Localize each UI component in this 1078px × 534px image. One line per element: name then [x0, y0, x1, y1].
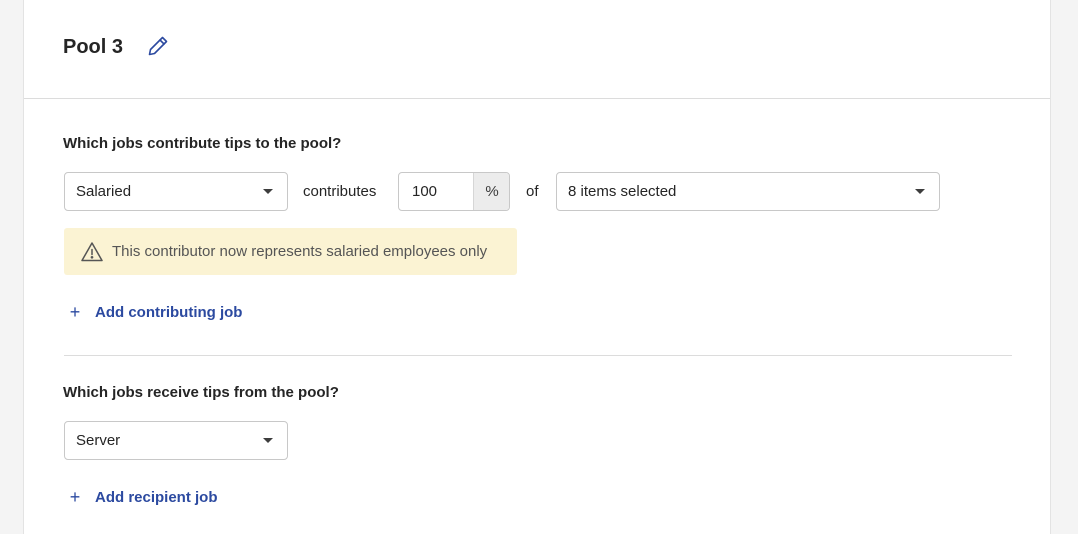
plus-icon: +	[69, 487, 81, 507]
tip-pool-card: Pool 3 Which jobs contribute tips to the…	[23, 0, 1051, 534]
add-recipient-job-button[interactable]: + Add recipient job	[68, 486, 218, 508]
contributing-items-select[interactable]: 8 items selected	[556, 172, 940, 211]
recipient-job-select-value: Server	[76, 432, 121, 449]
pool-header: Pool 3	[24, 0, 1050, 99]
pool-title: Pool 3	[63, 36, 124, 58]
percent-suffix: %	[473, 173, 509, 210]
section-divider	[64, 355, 1012, 356]
contributors-question: Which jobs contribute tips to the pool?	[63, 135, 342, 152]
salaried-warning-banner: This contributor now represents salaried…	[64, 228, 517, 275]
plus-icon: +	[69, 302, 81, 322]
edit-pool-name-button[interactable]	[146, 34, 170, 58]
warning-text: This contributor now represents salaried…	[112, 243, 488, 260]
chevron-down-icon	[263, 189, 273, 194]
contributes-label: contributes	[303, 183, 377, 200]
recipients-question: Which jobs receive tips from the pool?	[63, 384, 339, 401]
add-recipient-job-label: Add recipient job	[95, 488, 218, 506]
chevron-down-icon	[263, 438, 273, 443]
add-contributing-job-button[interactable]: + Add contributing job	[68, 301, 243, 323]
recipient-job-select[interactable]: Server	[64, 421, 288, 460]
add-contributing-job-label: Add contributing job	[95, 303, 243, 321]
warning-triangle-icon	[81, 242, 103, 262]
contribution-percent-field: %	[398, 172, 510, 211]
contribution-percent-input[interactable]	[399, 173, 473, 210]
of-label: of	[526, 183, 539, 200]
pencil-icon	[148, 36, 168, 56]
contributing-job-select-value: Salaried	[76, 183, 132, 200]
contributing-job-select[interactable]: Salaried	[64, 172, 288, 211]
contributing-items-select-value: 8 items selected	[568, 183, 677, 200]
chevron-down-icon	[915, 189, 925, 194]
